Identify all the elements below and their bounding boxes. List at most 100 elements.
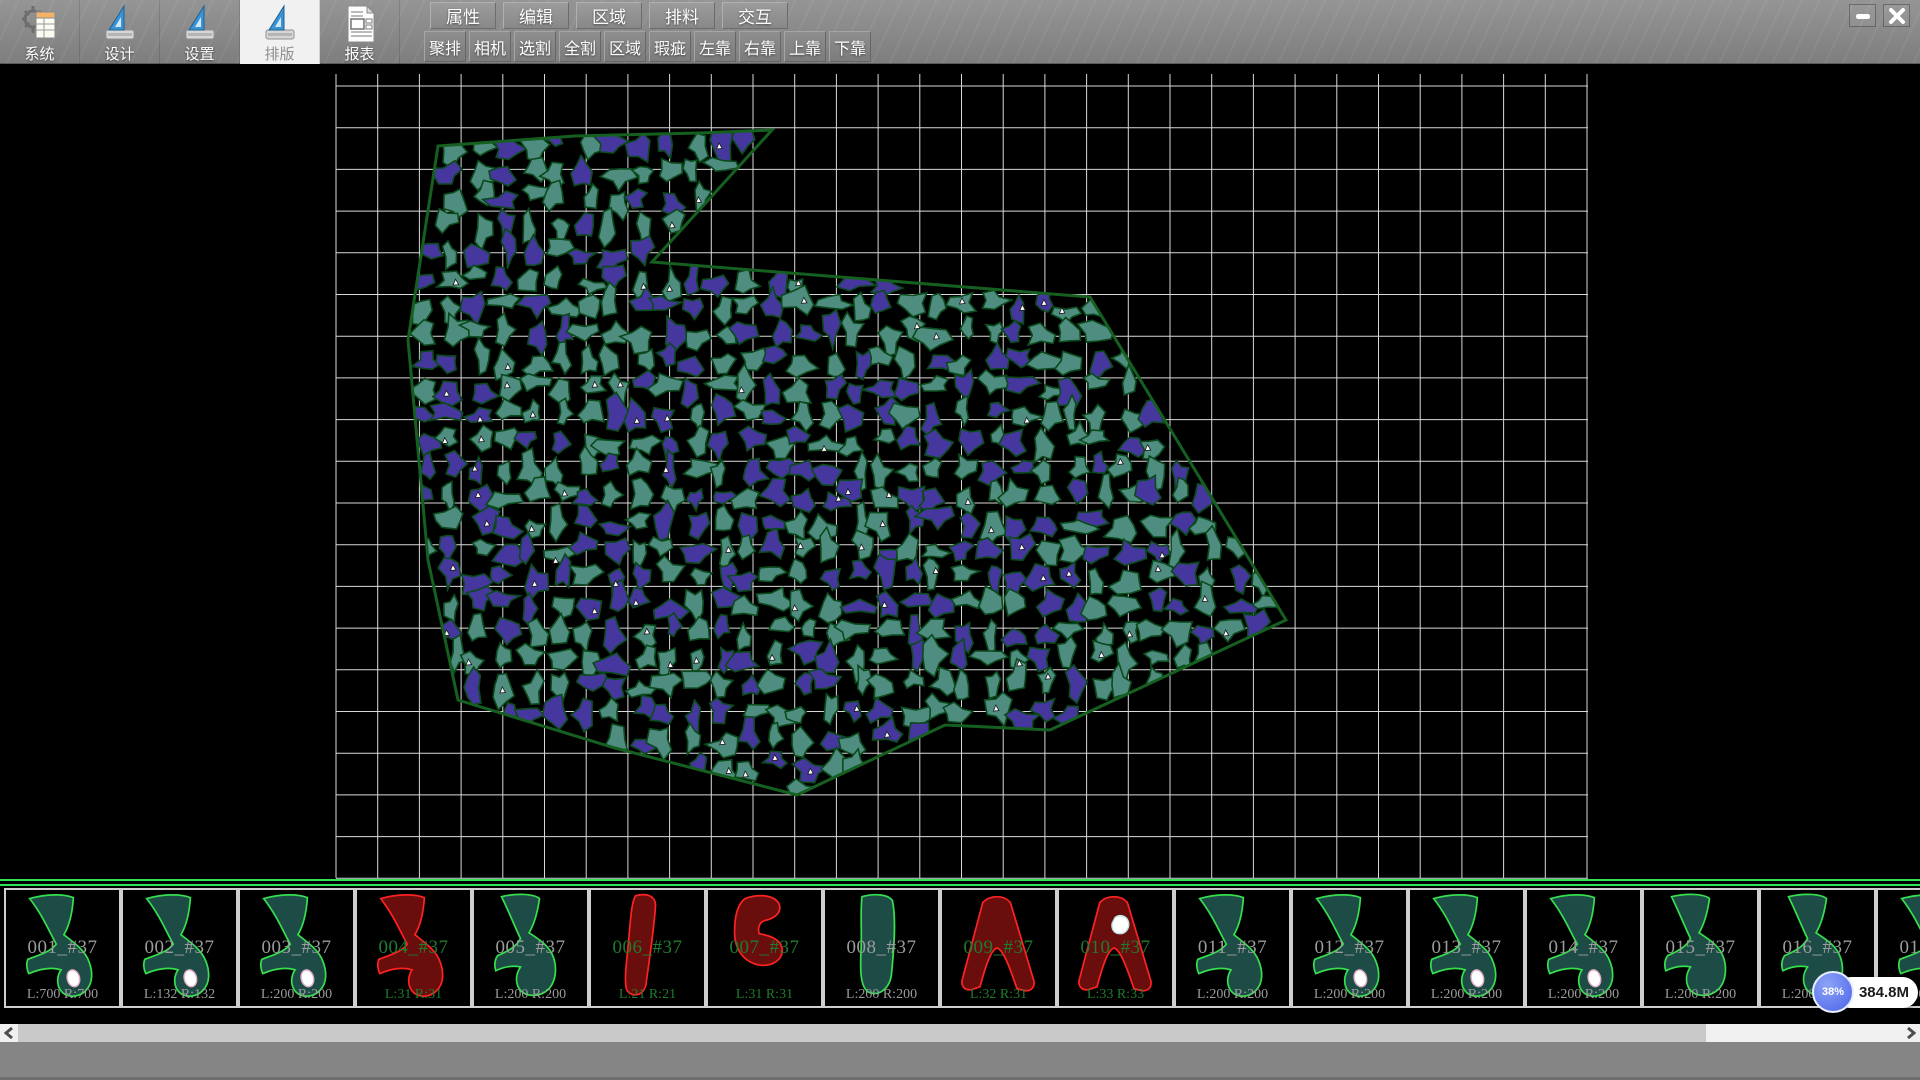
piece-id: 005_#37 bbox=[474, 937, 587, 959]
strip-second-line bbox=[0, 884, 1920, 886]
piece-thumbnail[interactable]: 007_#37 L:31 R:31 bbox=[706, 888, 823, 1008]
piece-thumbnail[interactable]: 008_#37 L:200 R:200 bbox=[823, 888, 940, 1008]
piece-id: 010_#37 bbox=[1059, 937, 1172, 959]
piece-id: 006_#37 bbox=[591, 937, 704, 959]
piece-id: 012_#37 bbox=[1293, 937, 1406, 959]
piece-counts: L:200 R:200 bbox=[1644, 987, 1757, 1003]
report-button[interactable]: 报表 bbox=[320, 0, 400, 64]
piece-thumbnail[interactable]: 009_#37 L:32 R:31 bbox=[940, 888, 1057, 1008]
close-button[interactable] bbox=[1883, 4, 1910, 27]
piece-id: 008_#37 bbox=[825, 937, 938, 959]
piece-id: 004_#37 bbox=[357, 937, 470, 959]
settings-button-label: 设置 bbox=[184, 46, 214, 63]
tool-button[interactable]: 下靠 bbox=[829, 31, 871, 62]
piece-counts: L:200 R:200 bbox=[825, 987, 938, 1003]
menu-tab[interactable]: 交互 bbox=[722, 2, 788, 29]
close-icon bbox=[1887, 6, 1907, 26]
piece-counts: L:33 R:33 bbox=[1059, 987, 1172, 1003]
piece-id: 002_#37 bbox=[123, 937, 236, 959]
tool-button[interactable]: 聚排 bbox=[424, 31, 466, 62]
piece-counts: L:31 R:31 bbox=[357, 987, 470, 1003]
minimize-icon bbox=[1854, 7, 1872, 25]
piece-counts: L:200 R:200 bbox=[1410, 987, 1523, 1003]
scrollbar-thumb[interactable] bbox=[18, 1024, 1706, 1042]
tool-button[interactable]: 全割 bbox=[559, 31, 601, 62]
piece-id: 013_#37 bbox=[1410, 937, 1523, 959]
piece-thumbnail[interactable]: 005_#37 L:200 R:200 bbox=[472, 888, 589, 1008]
piece-thumbnail[interactable]: 010_#37 L:33 R:33 bbox=[1057, 888, 1174, 1008]
menu-tab[interactable]: 排料 bbox=[649, 2, 715, 29]
tool-button[interactable]: 相机 bbox=[469, 31, 511, 62]
piece-counts: L:200 R:200 bbox=[1176, 987, 1289, 1003]
settings-ruler-icon bbox=[179, 3, 221, 45]
system-gear-icon bbox=[19, 3, 61, 45]
piece-id: 014_#37 bbox=[1527, 937, 1640, 959]
settings-button[interactable]: 设置 bbox=[160, 0, 240, 64]
piece-thumbnail[interactable]: 002_#37 L:132 R:132 bbox=[121, 888, 238, 1008]
piece-thumbnail[interactable]: 011_#37 L:200 R:200 bbox=[1174, 888, 1291, 1008]
piece-counts: L:700 R:700 bbox=[6, 987, 119, 1003]
nesting-canvas[interactable] bbox=[0, 64, 1920, 879]
piece-thumbnail[interactable]: 015_#37 L:200 R:200 bbox=[1642, 888, 1759, 1008]
tool-button-row: 聚排相机选割全割区域瑕疵左靠右靠上靠下靠 bbox=[424, 31, 871, 62]
piece-id: 009_#37 bbox=[942, 937, 1055, 959]
piece-strip: 001_#37L:700 R:700002_#37L:132 R:132003_… bbox=[0, 879, 1920, 1022]
menu-tab-bar: 属性编辑区域排料交互 bbox=[430, 2, 788, 29]
layout-button[interactable]: 排版 bbox=[240, 0, 320, 64]
piece-counts: L:31 R:31 bbox=[708, 987, 821, 1003]
piece-counts: L:200 R:200 bbox=[1293, 987, 1406, 1003]
report-document-icon bbox=[339, 3, 381, 45]
piece-counts: L:21 R:21 bbox=[591, 987, 704, 1003]
tool-button[interactable]: 右靠 bbox=[739, 31, 781, 62]
window-controls bbox=[1849, 4, 1910, 27]
status-badge: 384.8M 38% bbox=[1812, 969, 1920, 1015]
piece-counts: L:200 R:200 bbox=[240, 987, 353, 1003]
progress-indicator: 38% bbox=[1812, 971, 1854, 1013]
piece-thumbnail[interactable]: 014_#37 L:200 R:200 bbox=[1525, 888, 1642, 1008]
menu-tab[interactable]: 区域 bbox=[576, 2, 642, 29]
status-bar bbox=[0, 1042, 1920, 1080]
tool-button[interactable]: 上靠 bbox=[784, 31, 826, 62]
piece-thumbnail[interactable]: 001_#37 L:700 R:700 bbox=[4, 888, 121, 1008]
layout-ruler-icon bbox=[259, 3, 301, 45]
system-button[interactable]: 系统 bbox=[0, 0, 80, 64]
piece-id: 007_#37 bbox=[708, 937, 821, 959]
tool-button[interactable]: 瑕疵 bbox=[649, 31, 691, 62]
report-button-label: 报表 bbox=[344, 46, 374, 63]
nested-pieces bbox=[399, 123, 1280, 802]
piece-counts: L:32 R:31 bbox=[942, 987, 1055, 1003]
piece-counts: L:132 R:132 bbox=[123, 987, 236, 1003]
piece-id: 015_#37 bbox=[1644, 937, 1757, 959]
toolbar: 系统 设计 设置 bbox=[0, 0, 1920, 64]
minimize-button[interactable] bbox=[1849, 4, 1876, 27]
tool-button[interactable]: 选割 bbox=[514, 31, 556, 62]
tool-button[interactable]: 左靠 bbox=[694, 31, 736, 62]
tool-button[interactable]: 区域 bbox=[604, 31, 646, 62]
piece-thumbnail[interactable]: 003_#37 L:200 R:200 bbox=[238, 888, 355, 1008]
menu-tab[interactable]: 编辑 bbox=[503, 2, 569, 29]
design-button[interactable]: 设计 bbox=[80, 0, 160, 64]
design-ruler-icon bbox=[99, 3, 141, 45]
piece-counts: L:200 R:200 bbox=[1527, 987, 1640, 1003]
chevron-right-icon bbox=[1906, 1027, 1916, 1039]
piece-id: 017_#37 bbox=[1878, 937, 1920, 959]
piece-thumbnail-list: 001_#37L:700 R:700002_#37L:132 R:132003_… bbox=[0, 888, 1920, 1008]
piece-thumbnail[interactable]: 012_#37 L:200 R:200 bbox=[1291, 888, 1408, 1008]
layout-button-label: 排版 bbox=[264, 46, 294, 63]
piece-counts: L:200 R:200 bbox=[474, 987, 587, 1003]
menu-tab[interactable]: 属性 bbox=[430, 2, 496, 29]
horizontal-scrollbar[interactable] bbox=[0, 1024, 1920, 1042]
scroll-left-arrow[interactable] bbox=[0, 1024, 18, 1042]
piece-id: 016_#37 bbox=[1761, 937, 1874, 959]
piece-thumbnail[interactable]: 004_#37 L:31 R:31 bbox=[355, 888, 472, 1008]
workspace-canvas[interactable] bbox=[0, 64, 1920, 879]
piece-id: 011_#37 bbox=[1176, 937, 1289, 959]
chevron-left-icon bbox=[4, 1027, 14, 1039]
scroll-right-arrow[interactable] bbox=[1902, 1024, 1920, 1042]
piece-id: 003_#37 bbox=[240, 937, 353, 959]
main-icon-bar: 系统 设计 设置 bbox=[0, 0, 400, 64]
design-button-label: 设计 bbox=[104, 46, 134, 63]
piece-thumbnail[interactable]: 006_#37 L:21 R:21 bbox=[589, 888, 706, 1008]
piece-thumbnail[interactable]: 013_#37 L:200 R:200 bbox=[1408, 888, 1525, 1008]
piece-id: 001_#37 bbox=[6, 937, 119, 959]
